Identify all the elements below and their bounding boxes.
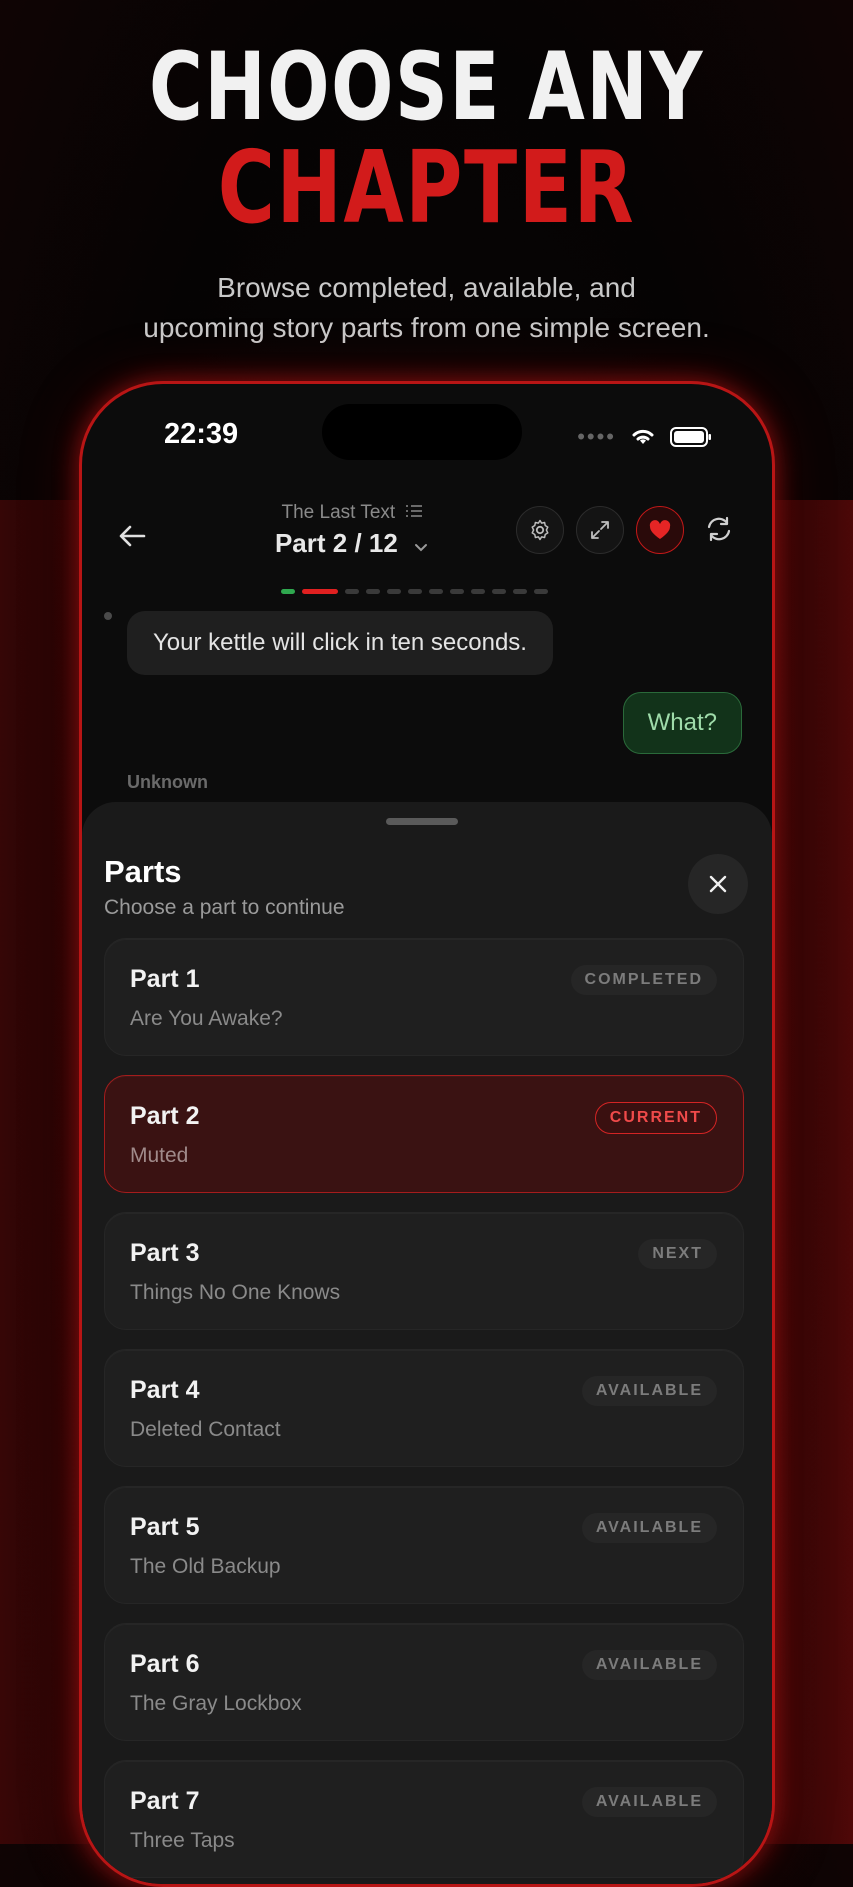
part-description: The Old Backup: [130, 1555, 281, 1578]
part-card-5[interactable]: Part 5 The Old Backup AVAILABLE: [104, 1486, 744, 1604]
part-description: Things No One Knows: [130, 1281, 341, 1304]
part-description: The Gray Lockbox: [130, 1692, 302, 1715]
part-card-4[interactable]: Part 4 Deleted Contact AVAILABLE: [104, 1349, 744, 1467]
progress-segment: [408, 589, 422, 594]
incoming-message: Your kettle will click in ten seconds.: [127, 611, 553, 675]
part-name: Part 3: [130, 1239, 200, 1267]
story-title: The Last Text: [281, 502, 396, 523]
status-badge: AVAILABLE: [581, 1787, 717, 1817]
settings-button[interactable]: [516, 506, 564, 554]
fullscreen-button[interactable]: [576, 506, 624, 554]
chevron-down-icon: [415, 544, 428, 552]
part-name: Part 5: [130, 1513, 200, 1541]
typing-dot: [104, 612, 112, 620]
progress-segment: [513, 589, 527, 594]
wifi-icon: [632, 429, 654, 444]
status-badge: AVAILABLE: [581, 1376, 717, 1406]
arrow-left-icon: [119, 525, 146, 547]
part-indicator: Part 2 / 12: [274, 528, 398, 558]
parts-list: Part 1 Are You Awake? COMPLETED Part 2 Muted…: [104, 938, 744, 1884]
nav-actions: [516, 506, 742, 554]
refresh-icon: [707, 516, 731, 542]
status-time: 22:39: [164, 418, 239, 450]
part-indicator-row: Part 2 / 12: [232, 528, 472, 559]
headline-line-1: CHOOSE ANY: [148, 33, 705, 142]
back-button[interactable]: [110, 514, 154, 558]
favorite-button[interactable]: [636, 506, 684, 554]
refresh-button[interactable]: [696, 506, 742, 552]
progress-segment: [281, 589, 295, 594]
progress-segment: [429, 589, 443, 594]
part-name: Part 2: [130, 1102, 200, 1130]
part-card-6[interactable]: Part 6 The Gray Lockbox AVAILABLE: [104, 1623, 744, 1741]
part-selector[interactable]: The Last Text Part 2 / 12: [232, 502, 472, 559]
headline-line-2: CHAPTER: [217, 129, 636, 246]
part-description: Are You Awake?: [130, 1007, 283, 1030]
battery-icon: [670, 427, 711, 447]
status-badge: AVAILABLE: [581, 1650, 717, 1680]
sheet-drag-handle[interactable]: [386, 818, 458, 825]
part-name: Part 4: [130, 1376, 200, 1404]
outgoing-message: What?: [622, 692, 742, 754]
progress-segment: [471, 589, 485, 594]
subtitle-line-2: upcoming story parts from one simple scr…: [143, 312, 710, 343]
progress-segment: [345, 589, 359, 594]
sheet-title: Parts: [104, 854, 182, 889]
progress-segment: [492, 589, 506, 594]
dynamic-island: [322, 404, 522, 460]
part-name: Part 1: [130, 965, 200, 993]
sender-label: Unknown: [127, 772, 208, 792]
status-badge: COMPLETED: [570, 965, 717, 995]
gear-icon: [531, 519, 549, 541]
part-name: Part 7: [130, 1787, 200, 1815]
part-description: Muted: [130, 1144, 189, 1167]
heart-icon: [649, 520, 671, 539]
signal-dots-icon: ••••: [577, 424, 616, 449]
part-description: Deleted Contact: [130, 1418, 281, 1441]
story-nav-bar: The Last Text Part 2 / 12: [82, 502, 772, 572]
story-title-row: The Last Text: [232, 502, 472, 524]
list-icon: [405, 505, 422, 517]
part-card-7[interactable]: Part 7 Three Taps AVAILABLE: [104, 1760, 744, 1878]
part-card-3[interactable]: Part 3 Things No One Knows NEXT: [104, 1212, 744, 1330]
parts-bottom-sheet: Parts Choose a part to continue Part 1 Ar…: [82, 802, 772, 1884]
status-badge: CURRENT: [594, 1102, 717, 1134]
part-name: Part 6: [130, 1650, 200, 1678]
progress-segment: [450, 589, 464, 594]
progress-segment: [302, 589, 338, 594]
phone-frame: 22:39 •••• The Last Text Part 2 / 12 You…: [79, 381, 775, 1887]
promo-headline: CHOOSE ANY CHAPTER: [0, 40, 853, 240]
close-icon: [709, 875, 727, 893]
part-card-2[interactable]: Part 2 Muted CURRENT: [104, 1075, 744, 1193]
progress-segment: [366, 589, 380, 594]
status-icons: ••••: [577, 424, 712, 450]
part-progress-bar: [281, 589, 548, 594]
sheet-subtitle: Choose a part to continue: [104, 896, 345, 919]
progress-segment: [534, 589, 548, 594]
promo-subtitle: Browse completed, available, and upcomin…: [0, 268, 853, 348]
close-button[interactable]: [688, 854, 748, 914]
part-card-1[interactable]: Part 1 Are You Awake? COMPLETED: [104, 938, 744, 1056]
status-badge: NEXT: [638, 1239, 717, 1269]
subtitle-line-1: Browse completed, available, and: [217, 272, 636, 303]
expand-icon: [591, 521, 609, 539]
part-description: Three Taps: [130, 1829, 235, 1852]
progress-segment: [387, 589, 401, 594]
status-badge: AVAILABLE: [581, 1513, 717, 1543]
